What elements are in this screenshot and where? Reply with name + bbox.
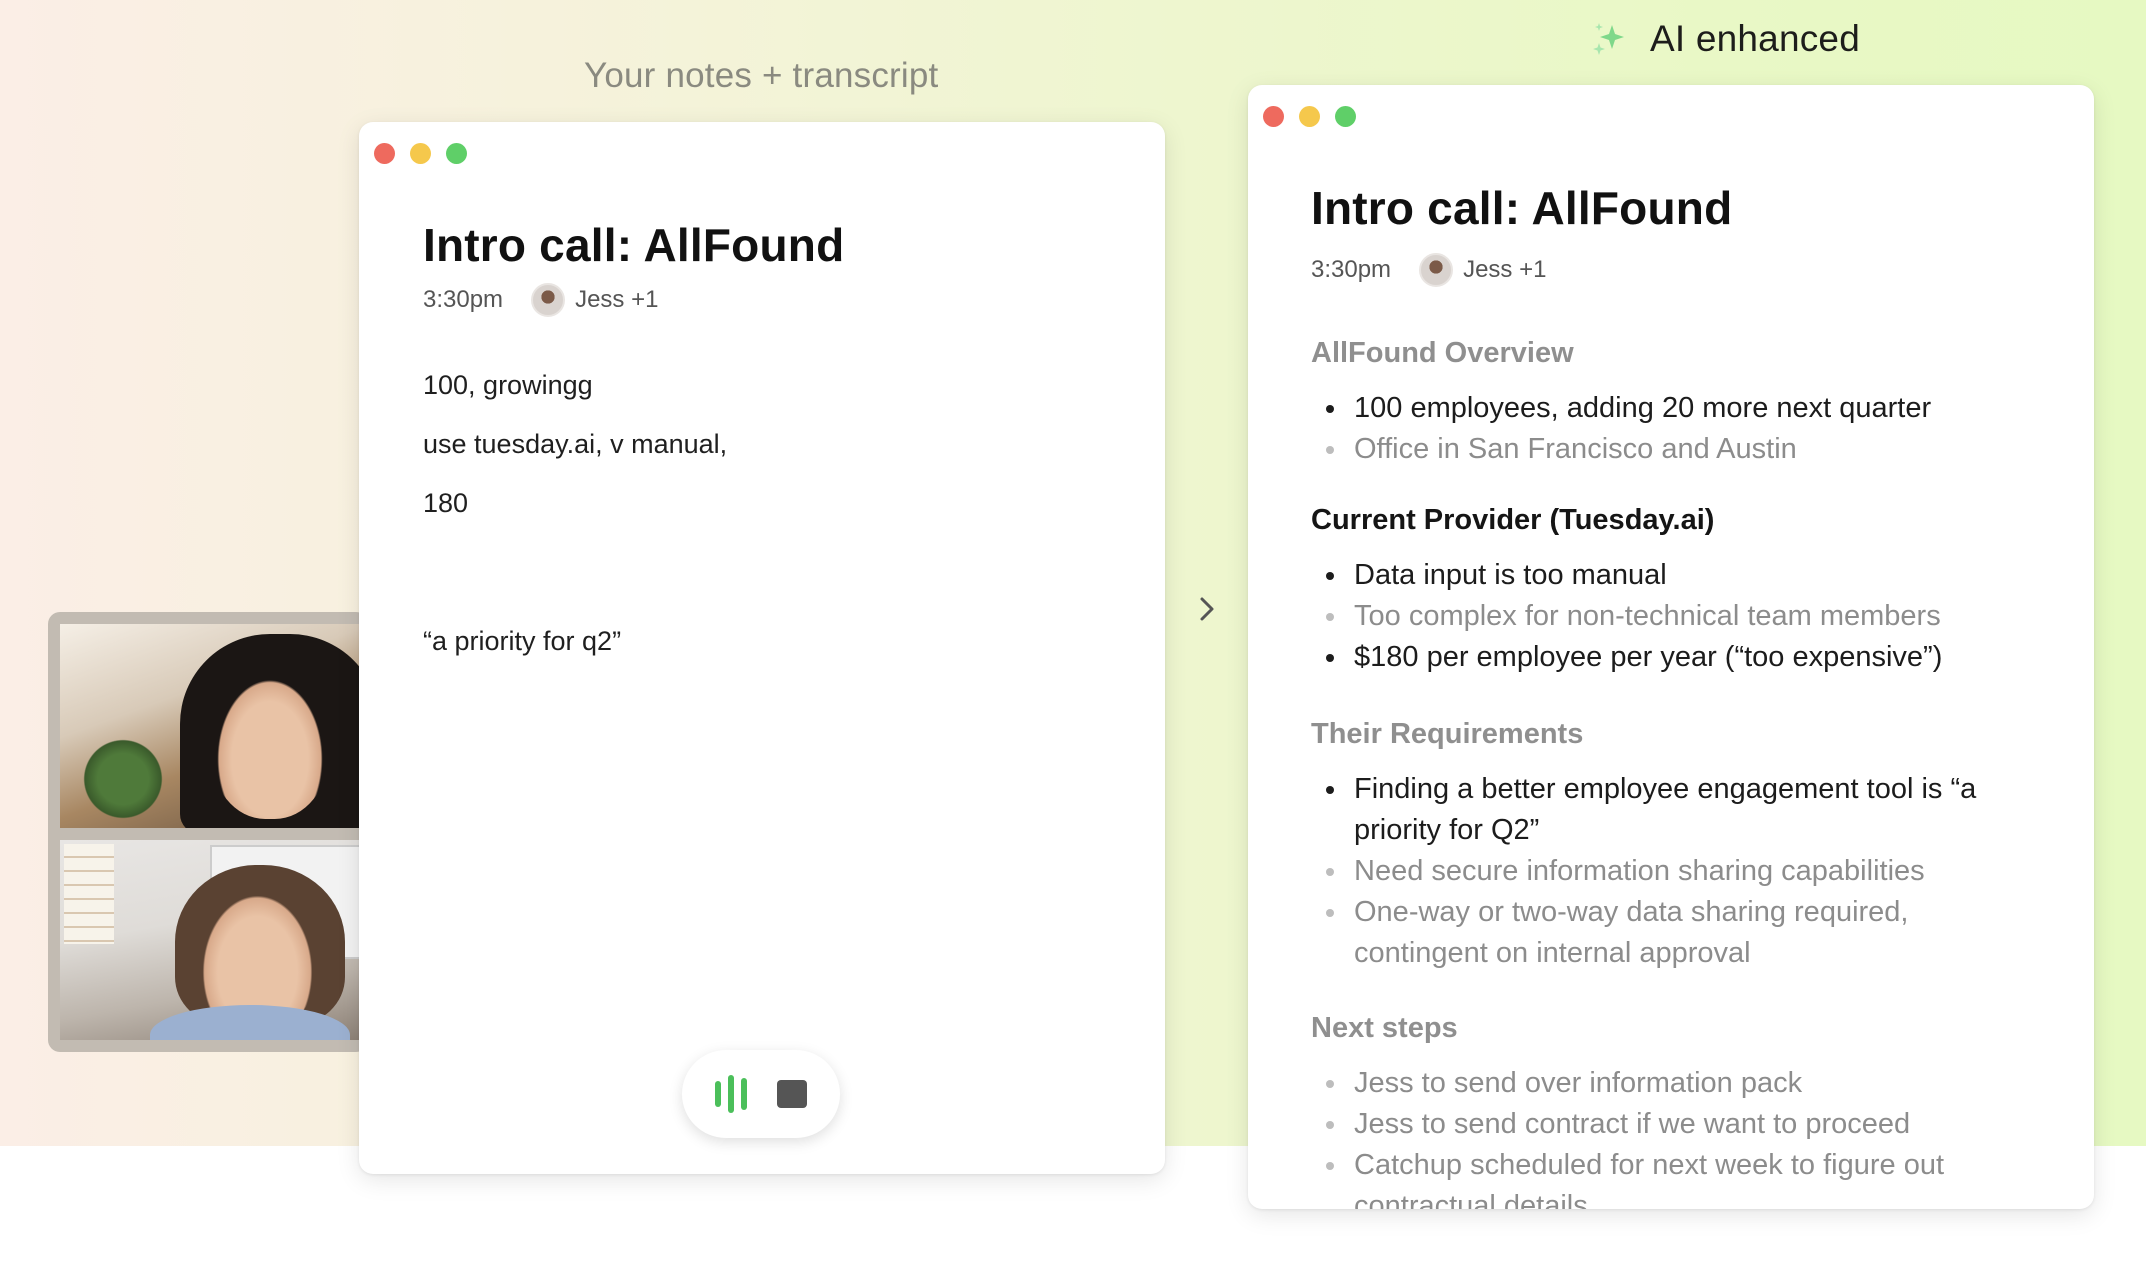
chevron-right-icon[interactable] xyxy=(1192,594,1222,624)
close-button[interactable] xyxy=(374,143,395,164)
list-item: Finding a better employee engagement too… xyxy=(1311,769,2001,851)
plant-decoration xyxy=(78,734,168,824)
window-controls xyxy=(1263,106,1356,127)
window-controls xyxy=(374,143,467,164)
note-meta: 3:30pm Jess +1 xyxy=(423,283,658,317)
note-line[interactable]: 180 xyxy=(423,488,468,519)
list-item: Too complex for non-technical team membe… xyxy=(1311,596,2051,637)
list-item: Jess to send over information pack xyxy=(1311,1063,2001,1104)
minimize-button[interactable] xyxy=(410,143,431,164)
bullet-list: Finding a better employee engagement too… xyxy=(1311,769,2001,974)
notes-window: Intro call: AllFound 3:30pm Jess +1 100,… xyxy=(359,122,1165,1174)
bullet-list: Data input is too manual Too complex for… xyxy=(1311,555,2051,678)
note-line[interactable]: “a priority for q2” xyxy=(423,626,621,657)
avatar xyxy=(531,283,566,317)
maximize-button[interactable] xyxy=(446,143,467,164)
left-panel-label: Your notes + transcript xyxy=(584,56,939,95)
attendees: Jess +1 xyxy=(575,286,659,313)
list-item: Jess to send contract if we want to proc… xyxy=(1311,1104,2001,1145)
list-item: 100 employees, adding 20 more next quart… xyxy=(1311,388,2051,429)
video-tile-participant-1 xyxy=(60,624,368,828)
section-heading: Next steps xyxy=(1311,1012,1458,1044)
list-item: Catchup scheduled for next week to figur… xyxy=(1311,1145,2001,1209)
audio-wave-icon[interactable] xyxy=(715,1075,747,1113)
recording-controls xyxy=(682,1050,840,1138)
section-heading: AllFound Overview xyxy=(1311,337,1574,369)
avatar xyxy=(1419,253,1454,287)
stop-icon[interactable] xyxy=(777,1080,807,1108)
list-item: Need secure information sharing capabili… xyxy=(1311,851,2001,892)
maximize-button[interactable] xyxy=(1335,106,1356,127)
list-item: Office in San Francisco and Austin xyxy=(1311,429,2051,470)
list-item: One-way or two-way data sharing required… xyxy=(1311,892,2001,974)
list-item: $180 per employee per year (“too expensi… xyxy=(1311,637,2051,678)
pinboard xyxy=(64,844,114,944)
attendees: Jess +1 xyxy=(1463,256,1547,283)
participant-face xyxy=(210,669,330,819)
ai-enhanced-text: AI enhanced xyxy=(1650,18,1860,59)
close-button[interactable] xyxy=(1263,106,1284,127)
note-line[interactable]: use tuesday.ai, v manual, xyxy=(423,429,727,460)
right-panel-label: AI enhanced xyxy=(1590,18,1860,60)
note-title: Intro call: AllFound xyxy=(1311,182,1733,234)
enhanced-notes-window: Intro call: AllFound 3:30pm Jess +1 AllF… xyxy=(1248,85,2094,1209)
bullet-list: Jess to send over information pack Jess … xyxy=(1311,1063,2001,1209)
minimize-button[interactable] xyxy=(1299,106,1320,127)
meeting-time: 3:30pm xyxy=(423,286,504,313)
note-meta: 3:30pm Jess +1 xyxy=(1311,253,1546,287)
list-item: Data input is too manual xyxy=(1311,555,2051,596)
note-line[interactable]: 100, growingg xyxy=(423,370,593,401)
section-heading: Their Requirements xyxy=(1311,718,1584,750)
meeting-time: 3:30pm xyxy=(1311,256,1392,283)
note-title: Intro call: AllFound xyxy=(423,219,845,271)
video-call-panel xyxy=(48,612,368,1052)
bullet-list: 100 employees, adding 20 more next quart… xyxy=(1311,388,2051,470)
video-tile-participant-2 xyxy=(60,840,368,1040)
section-heading: Current Provider (Tuesday.ai) xyxy=(1311,504,1715,536)
sparkle-icon xyxy=(1593,23,1624,55)
